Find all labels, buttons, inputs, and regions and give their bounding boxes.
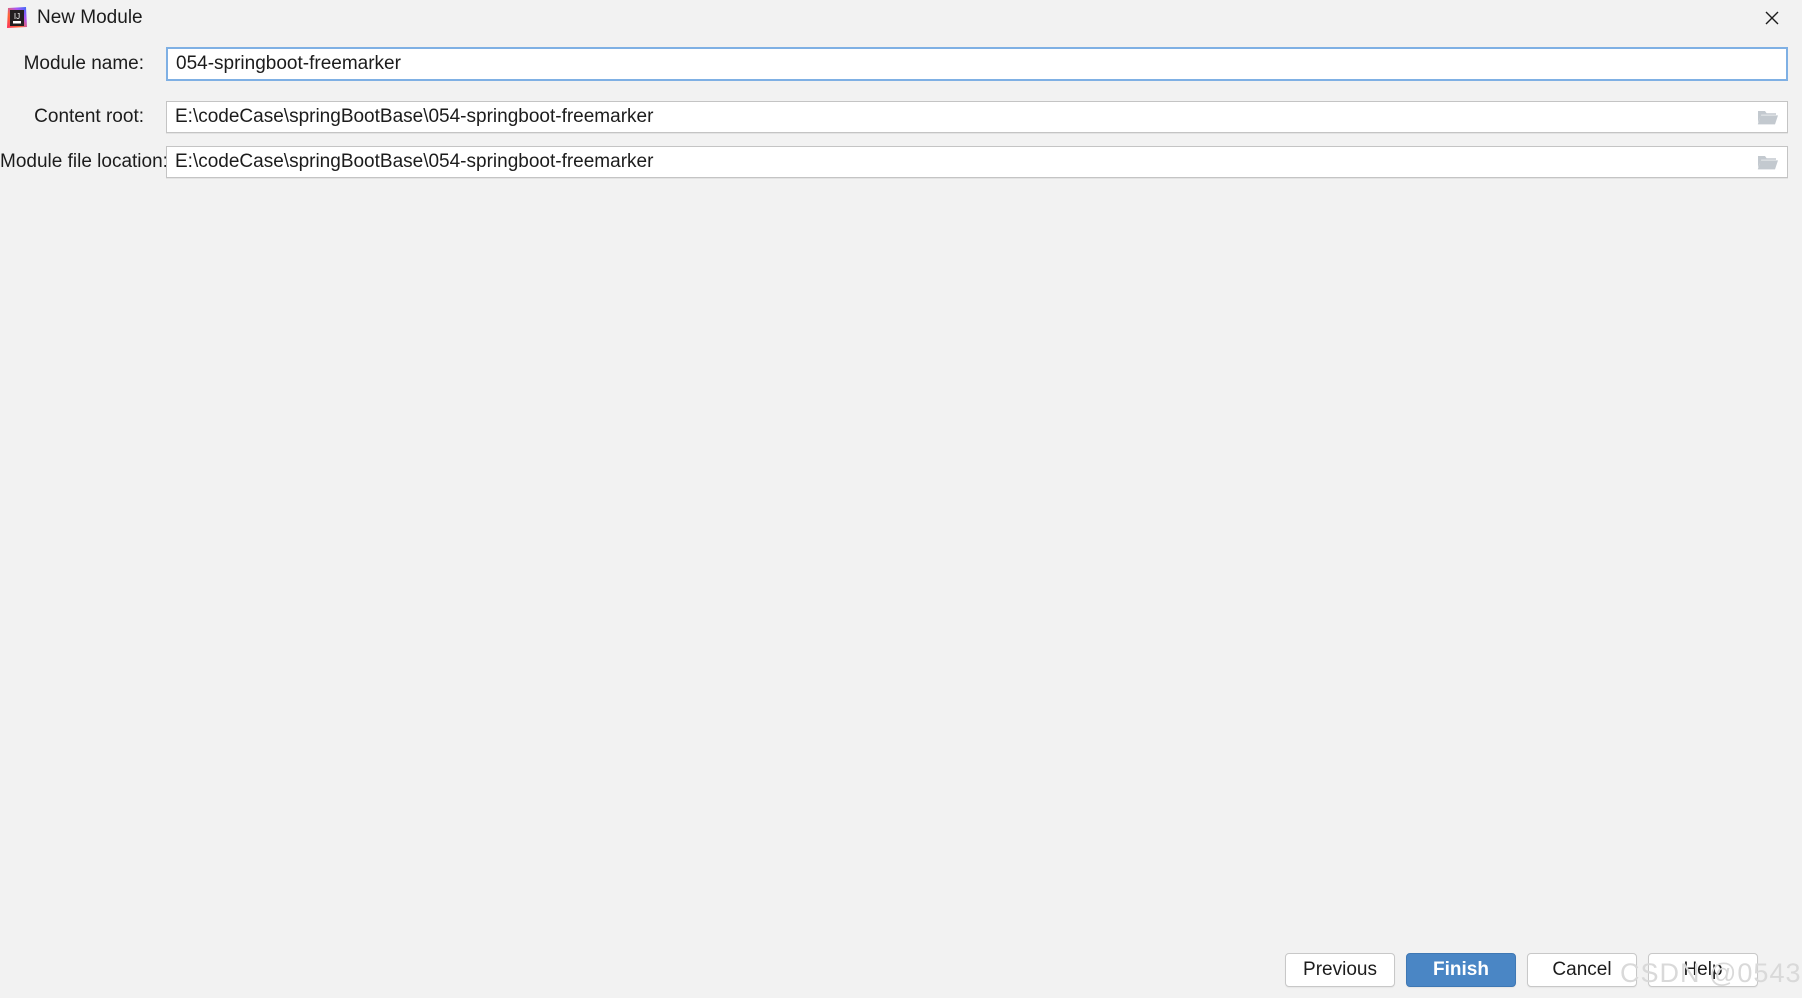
module-name-input[interactable] xyxy=(168,50,1786,78)
form-row-module-name: Module name: xyxy=(0,47,1802,81)
folder-icon[interactable] xyxy=(1749,147,1787,177)
form-row-content-root: Content root: xyxy=(0,101,1802,133)
intellij-idea-icon: IJ xyxy=(5,6,29,30)
folder-icon[interactable] xyxy=(1749,102,1787,132)
finish-button[interactable]: Finish xyxy=(1406,953,1516,987)
module-file-location-input[interactable] xyxy=(167,148,1749,176)
window-title: New Module xyxy=(37,7,143,28)
content-root-input-wrapper[interactable] xyxy=(166,101,1788,133)
previous-button[interactable]: Previous xyxy=(1285,953,1395,987)
module-file-location-label: Module file location: xyxy=(0,151,168,172)
content-root-label: Content root: xyxy=(34,106,144,127)
content-root-input[interactable] xyxy=(167,103,1749,131)
title-bar: IJ New Module xyxy=(0,0,1802,36)
module-name-label: Module name: xyxy=(23,53,144,74)
module-name-input-wrapper[interactable] xyxy=(166,47,1788,81)
help-button[interactable]: Help xyxy=(1648,953,1758,987)
dialog-button-bar: Previous Finish Cancel Help xyxy=(0,940,1802,998)
cancel-button[interactable]: Cancel xyxy=(1527,953,1637,987)
form-row-module-file-location: Module file location: xyxy=(0,146,1802,178)
svg-text:IJ: IJ xyxy=(14,12,20,21)
close-icon[interactable] xyxy=(1742,0,1802,36)
module-file-location-input-wrapper[interactable] xyxy=(166,146,1788,178)
